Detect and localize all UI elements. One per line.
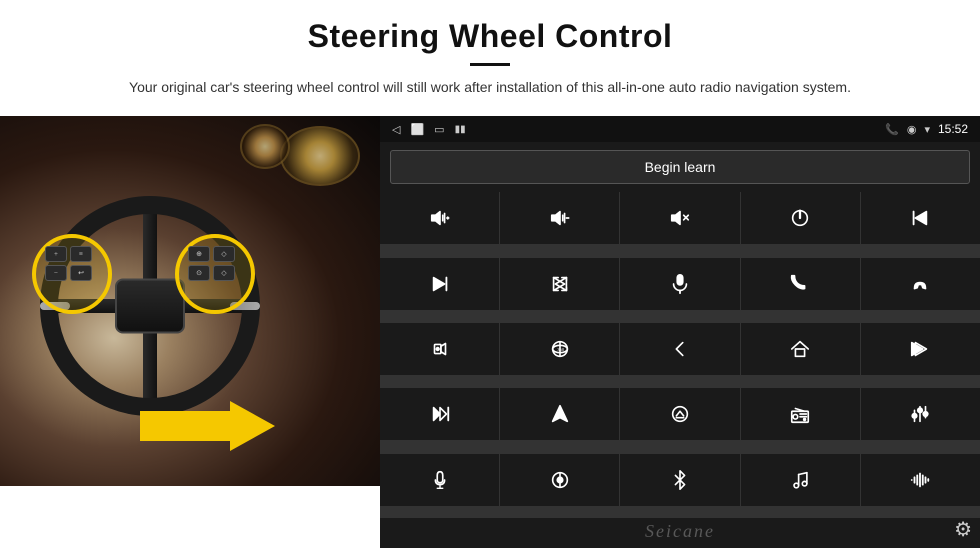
wifi-status-icon: ▾ bbox=[924, 123, 930, 136]
power-icon bbox=[789, 207, 811, 229]
car-image: + ≡ − ↩ ⊕ ◇ ⊙ ◇ bbox=[0, 116, 380, 486]
bluetooth-cell[interactable] bbox=[620, 454, 739, 506]
waveform-icon bbox=[909, 469, 931, 491]
sliders-icon bbox=[909, 403, 931, 425]
nav-cell[interactable] bbox=[500, 388, 619, 440]
page-title: Steering Wheel Control bbox=[60, 18, 920, 55]
prev-track-icon bbox=[909, 207, 931, 229]
radio-cell[interactable] bbox=[741, 388, 860, 440]
wb-r3: ⊙ bbox=[188, 265, 210, 281]
prev-track-cell[interactable] bbox=[861, 192, 980, 244]
wb-r4: ◇ bbox=[213, 265, 235, 281]
status-left: ◁ ⬜ ▭ ▮▮ bbox=[392, 123, 466, 136]
wb-vol-dn: − bbox=[45, 265, 67, 281]
begin-learn-row: Begin learn bbox=[380, 142, 980, 192]
yellow-arrow bbox=[140, 396, 280, 456]
android-ui-wrapper: ◁ ⬜ ▭ ▮▮ 📞 ◉ ▾ 15:52 Begin learn bbox=[380, 116, 980, 548]
next-track-icon bbox=[429, 273, 451, 295]
location-status-icon: ◉ bbox=[907, 123, 917, 136]
home-cell[interactable] bbox=[741, 323, 860, 375]
power-cell[interactable] bbox=[741, 192, 860, 244]
status-right: 📞 ◉ ▾ 15:52 bbox=[885, 122, 968, 136]
mic-icon bbox=[669, 273, 691, 295]
360-2-cell[interactable] bbox=[500, 454, 619, 506]
sliders-cell[interactable] bbox=[861, 388, 980, 440]
gear-icon[interactable]: ⚙ bbox=[954, 517, 972, 542]
eject-cell[interactable] bbox=[620, 388, 739, 440]
back-icon bbox=[669, 338, 691, 360]
speaker-cell[interactable] bbox=[380, 323, 499, 375]
dashboard-left bbox=[280, 126, 360, 186]
nav-icon bbox=[549, 403, 571, 425]
header-section: Steering Wheel Control Your original car… bbox=[0, 0, 980, 106]
music-icon bbox=[789, 469, 811, 491]
skip-back-icon bbox=[909, 338, 931, 360]
wb-r1: ⊕ bbox=[188, 246, 210, 262]
360-cell[interactable]: 360 bbox=[500, 323, 619, 375]
vol-down-icon bbox=[549, 207, 571, 229]
music-cell[interactable] bbox=[741, 454, 860, 506]
next-track-cell[interactable] bbox=[380, 258, 499, 310]
wb-mode: ≡ bbox=[70, 246, 92, 262]
status-bar: ◁ ⬜ ▭ ▮▮ 📞 ◉ ▾ 15:52 bbox=[380, 116, 980, 142]
content-area: + ≡ − ↩ ⊕ ◇ ⊙ ◇ bbox=[0, 116, 980, 548]
mute-cell[interactable] bbox=[620, 192, 739, 244]
speaker-icon bbox=[429, 338, 451, 360]
icon-grid: 360 bbox=[380, 192, 980, 518]
seicane-watermark: Seicane bbox=[645, 521, 715, 542]
mic2-cell[interactable] bbox=[380, 454, 499, 506]
subtitle: Your original car's steering wheel contr… bbox=[120, 76, 860, 98]
phone-icon bbox=[789, 273, 811, 295]
fast-fwd-cell[interactable] bbox=[380, 388, 499, 440]
mic-cell[interactable] bbox=[620, 258, 739, 310]
vol-down-cell[interactable] bbox=[500, 192, 619, 244]
page-wrapper: Steering Wheel Control Your original car… bbox=[0, 0, 980, 548]
hangup-icon bbox=[909, 273, 931, 295]
fast-fwd-icon bbox=[429, 403, 451, 425]
battery-icon: ▮▮ bbox=[455, 124, 466, 135]
mute-icon bbox=[669, 207, 691, 229]
phone-status-icon: 📞 bbox=[885, 123, 899, 136]
360-2-icon bbox=[549, 469, 571, 491]
title-divider bbox=[470, 63, 510, 66]
wheel-buttons-right: ⊕ ◇ ⊙ ◇ bbox=[188, 246, 235, 281]
phone-cell[interactable] bbox=[741, 258, 860, 310]
android-ui: ◁ ⬜ ▭ ▮▮ 📞 ◉ ▾ 15:52 Begin learn bbox=[380, 116, 980, 548]
recent-icon[interactable]: ▭ bbox=[434, 123, 444, 136]
sw-hub bbox=[115, 279, 185, 334]
svg-text:360: 360 bbox=[557, 347, 565, 352]
shuffle-cell[interactable] bbox=[500, 258, 619, 310]
hangup-cell[interactable] bbox=[861, 258, 980, 310]
wb-r2: ◇ bbox=[213, 246, 235, 262]
mic2-icon bbox=[429, 469, 451, 491]
vol-up-icon bbox=[429, 207, 451, 229]
eject-icon bbox=[669, 403, 691, 425]
home-icon[interactable]: ⬜ bbox=[410, 123, 424, 136]
bluetooth-icon bbox=[669, 469, 691, 491]
vol-up-cell[interactable] bbox=[380, 192, 499, 244]
back-cell[interactable] bbox=[620, 323, 739, 375]
skip-back-cell[interactable] bbox=[861, 323, 980, 375]
shuffle-icon bbox=[549, 273, 571, 295]
wb-call: ↩ bbox=[70, 265, 92, 281]
wheel-buttons-left: + ≡ − ↩ bbox=[45, 246, 92, 281]
back-icon[interactable]: ◁ bbox=[392, 123, 400, 136]
time-display: 15:52 bbox=[938, 122, 968, 136]
begin-learn-button[interactable]: Begin learn bbox=[390, 150, 970, 184]
home-icon bbox=[789, 338, 811, 360]
waveform-cell[interactable] bbox=[861, 454, 980, 506]
radio-icon bbox=[789, 403, 811, 425]
360-icon: 360 bbox=[549, 338, 571, 360]
wb-vol-up: + bbox=[45, 246, 67, 262]
bottom-bar: Seicane ⚙ bbox=[380, 518, 980, 548]
